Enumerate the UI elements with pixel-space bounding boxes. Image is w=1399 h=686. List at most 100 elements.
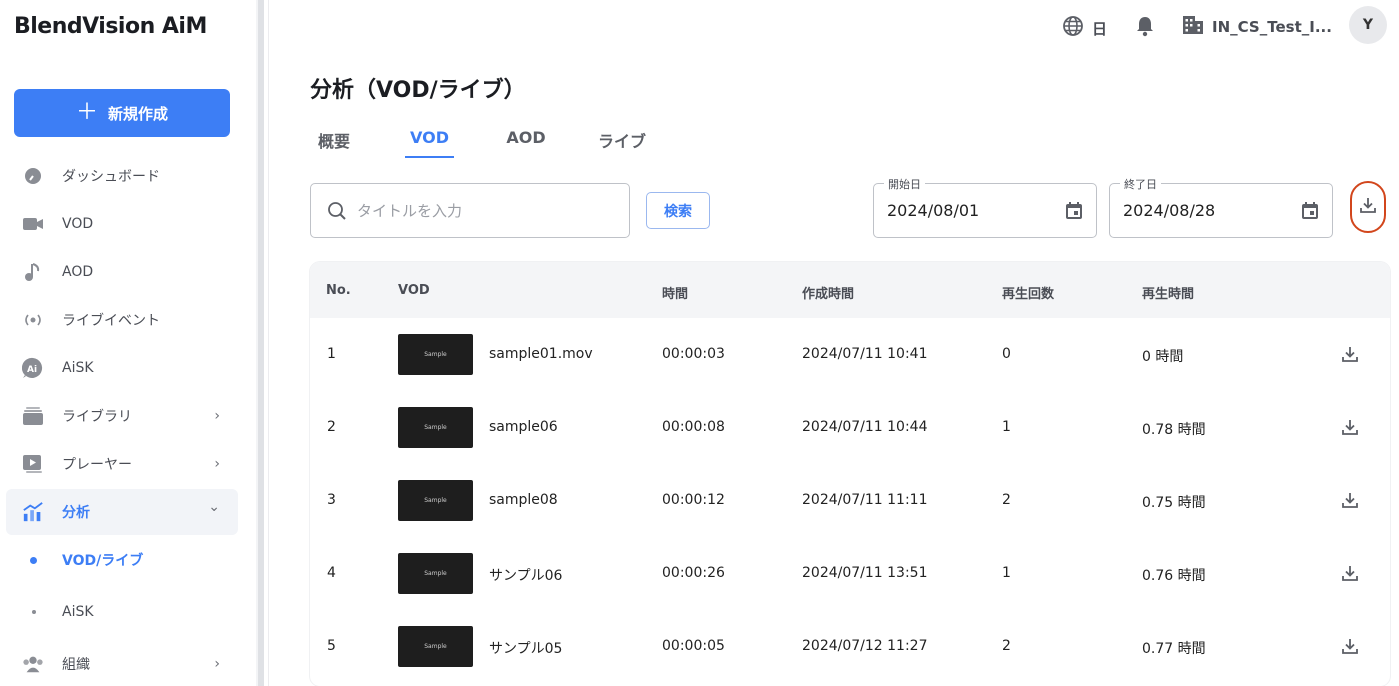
created-time: 2024/07/11 13:51 xyxy=(802,565,928,581)
table-row[interactable]: 4 Sample サンプル06 00:00:26 2024/07/11 13:5… xyxy=(310,537,1390,610)
watch-time: 0.76 時間 xyxy=(1142,568,1206,584)
people-group-icon xyxy=(22,653,44,675)
language-label: 日 xyxy=(1092,19,1108,38)
export-download-button[interactable] xyxy=(1350,181,1386,233)
video-title[interactable]: サンプル05 xyxy=(489,638,562,658)
video-title[interactable]: sample08 xyxy=(489,492,558,508)
sidebar-item-organization[interactable]: 組織 › xyxy=(6,641,238,686)
organization-switch[interactable]: IN_CS_Test_I... xyxy=(1182,15,1332,39)
start-date-label: 開始日 xyxy=(884,176,925,192)
sidebar-item-analytics[interactable]: 分析 ⌄ xyxy=(6,489,238,535)
calendar-icon[interactable] xyxy=(1300,201,1320,225)
new-create-label: 新規作成 xyxy=(108,104,169,123)
created-time: 2024/07/11 11:11 xyxy=(802,492,928,508)
gauge-icon xyxy=(22,165,44,187)
tab-vod[interactable]: VOD xyxy=(405,128,454,158)
video-duration: 00:00:08 xyxy=(662,419,725,435)
svg-text:Ai: Ai xyxy=(27,365,37,375)
download-icon[interactable] xyxy=(1341,491,1359,513)
download-icon xyxy=(1359,196,1377,218)
language-switch[interactable]: 日 xyxy=(1062,15,1107,41)
play-count: 2 xyxy=(1002,638,1011,654)
table-row[interactable]: 2 Sample sample06 00:00:08 2024/07/11 10… xyxy=(310,391,1390,464)
video-thumbnail: Sample xyxy=(398,334,473,375)
download-icon[interactable] xyxy=(1341,637,1359,659)
table-row[interactable]: 3 Sample sample08 00:00:12 2024/07/11 11… xyxy=(310,464,1390,537)
sidebar-item-label: 分析 xyxy=(62,505,90,521)
tab-aod[interactable]: AOD xyxy=(505,128,547,158)
sidebar-item-label: ライブラリ xyxy=(62,409,132,425)
sidebar-subitem-vod-live[interactable]: VOD/ライブ xyxy=(6,540,238,580)
avatar[interactable]: Y xyxy=(1349,6,1387,44)
created-time: 2024/07/11 10:44 xyxy=(802,419,928,435)
video-thumbnail: Sample xyxy=(398,480,473,521)
bell-icon xyxy=(1135,15,1155,41)
start-date-field[interactable]: 開始日 2024/08/01 xyxy=(873,176,1097,238)
calendar-icon[interactable] xyxy=(1064,201,1084,225)
sidebar-item-player[interactable]: プレーヤー › xyxy=(6,441,238,487)
sidebar-item-label: AOD xyxy=(62,264,94,280)
chevron-down-icon: ⌄ xyxy=(208,499,220,515)
row-number: 4 xyxy=(327,565,336,581)
column-header-duration: 時間 xyxy=(662,287,689,302)
video-duration: 00:00:05 xyxy=(662,638,725,654)
video-title[interactable]: sample01.mov xyxy=(489,346,593,362)
video-duration: 00:00:12 xyxy=(662,492,725,508)
sidebar-item-library[interactable]: ライブラリ › xyxy=(6,393,238,439)
play-count: 0 xyxy=(1002,346,1011,362)
table-header: No. VOD 時間 作成時間 再生回数 再生時間 xyxy=(310,262,1390,318)
sidebar-item-label: VOD xyxy=(62,216,94,232)
music-note-icon xyxy=(22,261,44,283)
video-title[interactable]: sample06 xyxy=(489,419,558,435)
tab-live[interactable]: ライブ xyxy=(596,128,648,158)
download-icon[interactable] xyxy=(1341,564,1359,586)
created-time: 2024/07/11 10:41 xyxy=(802,346,928,362)
row-number: 1 xyxy=(327,346,336,362)
end-date-value: 2024/08/28 xyxy=(1123,201,1216,220)
end-date-field[interactable]: 終了日 2024/08/28 xyxy=(1109,176,1333,238)
video-duration: 00:00:26 xyxy=(662,565,725,581)
notifications-button[interactable] xyxy=(1135,15,1155,41)
organization-name: IN_CS_Test_I... xyxy=(1212,18,1332,36)
play-count: 2 xyxy=(1002,492,1011,508)
sidebar-subitem-label: VOD/ライブ xyxy=(62,553,144,569)
sidebar-item-live-event[interactable]: ライブイベント xyxy=(6,297,238,343)
column-header-plays: 再生回数 xyxy=(1002,287,1055,302)
sidebar-item-aod[interactable]: AOD xyxy=(6,249,238,295)
globe-icon xyxy=(1062,15,1084,41)
table-row[interactable]: 5 Sample サンプル05 00:00:05 2024/07/12 11:2… xyxy=(310,610,1390,683)
start-date-value: 2024/08/01 xyxy=(887,201,980,220)
sidebar-item-label: ダッシュボード xyxy=(62,169,160,185)
download-icon[interactable] xyxy=(1341,345,1359,367)
search-button[interactable]: 検索 xyxy=(646,192,710,229)
search-input[interactable] xyxy=(357,198,617,224)
watch-time: 0.78 時間 xyxy=(1142,422,1206,438)
sidebar-resize-handle[interactable] xyxy=(256,0,264,686)
library-stack-icon xyxy=(22,405,44,427)
sidebar-item-vod[interactable]: VOD xyxy=(6,201,238,247)
sidebar-subitem-aisk[interactable]: AiSK xyxy=(6,592,238,632)
column-header-no: No. xyxy=(326,283,351,298)
watch-time: 0.77 時間 xyxy=(1142,641,1206,657)
player-icon xyxy=(22,453,44,475)
table-row[interactable]: 1 Sample sample01.mov 00:00:03 2024/07/1… xyxy=(310,318,1390,391)
sidebar-item-dashboard[interactable]: ダッシュボード xyxy=(6,153,238,199)
search-icon xyxy=(327,201,347,225)
building-icon xyxy=(1182,15,1204,39)
download-icon[interactable] xyxy=(1341,418,1359,440)
watch-time: 0.75 時間 xyxy=(1142,495,1206,511)
analytics-table: No. VOD 時間 作成時間 再生回数 再生時間 1 Sample sampl… xyxy=(310,262,1390,686)
video-thumbnail: Sample xyxy=(398,407,473,448)
page-title: 分析（VOD/ライブ） xyxy=(310,78,526,103)
column-header-watch-time: 再生時間 xyxy=(1142,287,1195,302)
tab-overview[interactable]: 概要 xyxy=(316,128,352,158)
sidebar-item-label: プレーヤー xyxy=(62,457,132,473)
sidebar-item-aisk[interactable]: Ai AiSK xyxy=(6,345,238,391)
ai-chat-icon: Ai xyxy=(22,357,44,379)
row-number: 5 xyxy=(327,638,336,654)
sidebar-subitem-label: AiSK xyxy=(62,604,94,620)
end-date-label: 終了日 xyxy=(1120,176,1161,192)
new-create-button[interactable]: ＋ 新規作成 xyxy=(14,89,230,137)
video-title[interactable]: サンプル06 xyxy=(489,565,562,585)
active-dot-icon xyxy=(30,556,37,564)
